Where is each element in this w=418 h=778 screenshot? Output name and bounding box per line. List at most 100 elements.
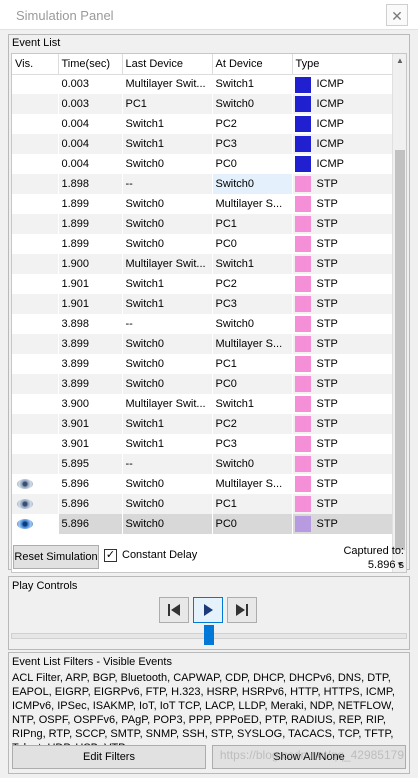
- cell-vis: [12, 454, 59, 474]
- table-row[interactable]: 1.900 Multilayer Swit... Switch1 STP: [12, 254, 395, 274]
- table-row[interactable]: 3.901 Switch1 PC3 STP: [12, 434, 395, 454]
- table-row[interactable]: 0.004 Switch1 PC2 ICMP: [12, 114, 395, 134]
- table-row[interactable]: 5.895 -- Switch0 STP: [12, 454, 395, 474]
- type-label: ICMP: [316, 78, 345, 91]
- type-color-swatch: [294, 436, 311, 452]
- forward-button[interactable]: [227, 597, 257, 623]
- table-row[interactable]: 3.898 -- Switch0 STP: [12, 314, 395, 334]
- type-color-swatch: [294, 296, 311, 312]
- constant-delay-label: Constant Delay: [122, 549, 198, 561]
- cell-at-device: PC0: [212, 514, 293, 534]
- table-row[interactable]: 5.896 Switch0 Multilayer S... STP: [12, 474, 395, 494]
- play-button[interactable]: [193, 597, 223, 623]
- col-last-device-header[interactable]: Last Device: [122, 54, 213, 75]
- cell-at-device: Switch1: [212, 254, 293, 274]
- cell-time: 3.899: [58, 354, 123, 374]
- cell-time: 5.896: [58, 474, 123, 494]
- table-row[interactable]: 1.898 -- Switch0 STP: [12, 174, 395, 194]
- type-color-swatch: [294, 156, 311, 172]
- table-row[interactable]: 5.896 Switch0 PC0 STP: [12, 514, 395, 534]
- type-color-swatch: [294, 196, 311, 212]
- table-row[interactable]: 1.901 Switch1 PC2 STP: [12, 274, 395, 294]
- captured-label: Captured to:: [343, 545, 404, 557]
- cell-type: STP: [292, 294, 395, 314]
- type-label: STP: [316, 318, 338, 330]
- cell-at-device: PC3: [212, 434, 293, 454]
- table-row[interactable]: 3.899 Switch0 Multilayer S... STP: [12, 334, 395, 354]
- show-all-none-button[interactable]: Show All/None: [212, 745, 406, 769]
- cell-at-device: PC1: [212, 494, 293, 514]
- scrollbar-thumb[interactable]: [395, 150, 405, 550]
- event-table: Vis. Time(sec) Last Device At Device Typ…: [12, 54, 395, 534]
- cell-type: STP: [292, 354, 395, 374]
- table-row[interactable]: 0.004 Switch0 PC0 ICMP: [12, 154, 395, 174]
- type-color-swatch: [294, 416, 311, 432]
- table-row[interactable]: 0.004 Switch1 PC3 ICMP: [12, 134, 395, 154]
- cell-last-device: PC1: [122, 94, 213, 114]
- table-row[interactable]: 1.899 Switch0 PC1 STP: [12, 214, 395, 234]
- table-row[interactable]: 5.896 Switch0 PC1 STP: [12, 494, 395, 514]
- table-row[interactable]: 1.901 Switch1 PC3 STP: [12, 294, 395, 314]
- cell-type: ICMP: [292, 74, 395, 94]
- col-type-header[interactable]: Type: [292, 54, 395, 75]
- col-vis-header[interactable]: Vis.: [12, 54, 59, 75]
- scroll-up-icon[interactable]: ▲: [393, 54, 406, 68]
- cell-last-device: --: [122, 314, 213, 334]
- cell-vis: [12, 474, 59, 494]
- table-row[interactable]: 3.899 Switch0 PC0 STP: [12, 374, 395, 394]
- type-label: ICMP: [316, 98, 345, 110]
- cell-type: STP: [292, 314, 395, 334]
- col-at-device-header[interactable]: At Device: [212, 54, 293, 75]
- cell-time: 1.901: [58, 294, 123, 314]
- cell-last-device: Switch0: [122, 334, 213, 354]
- table-header-row: Vis. Time(sec) Last Device At Device Typ…: [12, 54, 395, 75]
- captured-value: 5.896 s: [367, 559, 404, 571]
- type-label: STP: [316, 338, 338, 350]
- type-color-swatch: [294, 476, 311, 492]
- type-color-swatch: [294, 496, 311, 512]
- table-row[interactable]: 3.901 Switch1 PC2 STP: [12, 414, 395, 434]
- close-icon[interactable]: ✕: [386, 4, 408, 26]
- vertical-scrollbar[interactable]: ▲ ▼: [392, 54, 406, 572]
- cell-time: 5.895: [58, 454, 123, 474]
- playback-slider-thumb[interactable]: [204, 625, 214, 645]
- cell-at-device: Switch0: [212, 94, 293, 114]
- cell-type: STP: [292, 334, 395, 354]
- table-row[interactable]: 0.003 Multilayer Swit... Switch1 ICMP: [12, 74, 395, 94]
- constant-delay-checkbox[interactable]: ✓: [104, 549, 117, 562]
- table-row[interactable]: 0.003 PC1 Switch0 ICMP: [12, 94, 395, 114]
- cell-last-device: Switch1: [122, 434, 213, 454]
- cell-time: 0.004: [58, 154, 123, 174]
- window-title: Simulation Panel: [16, 8, 114, 23]
- cell-vis: [12, 234, 59, 254]
- table-row[interactable]: 1.899 Switch0 Multilayer S... STP: [12, 194, 395, 214]
- cell-at-device: Switch1: [212, 74, 293, 94]
- cell-time: 1.898: [58, 174, 123, 194]
- cell-last-device: Switch0: [122, 234, 213, 254]
- event-list-table[interactable]: Vis. Time(sec) Last Device At Device Typ…: [11, 53, 407, 573]
- type-color-swatch: [294, 116, 311, 132]
- cell-last-device: Switch1: [122, 294, 213, 314]
- cell-last-device: Switch0: [122, 194, 213, 214]
- back-button[interactable]: [159, 597, 189, 623]
- type-color-swatch: [294, 256, 311, 272]
- type-label: STP: [316, 298, 338, 310]
- type-label: STP: [316, 478, 338, 490]
- cell-last-device: Switch0: [122, 354, 213, 374]
- cell-type: STP: [292, 234, 395, 254]
- edit-filters-button[interactable]: Edit Filters: [12, 745, 206, 769]
- eye-icon: [17, 499, 33, 510]
- table-row[interactable]: 3.900 Multilayer Swit... Switch1 STP: [12, 394, 395, 414]
- type-label: STP: [316, 178, 338, 190]
- reset-simulation-button[interactable]: Reset Simulation: [13, 545, 99, 569]
- cell-vis: [12, 494, 59, 514]
- table-row[interactable]: 3.899 Switch0 PC1 STP: [12, 354, 395, 374]
- cell-time: 0.003: [58, 74, 123, 94]
- col-time-header[interactable]: Time(sec): [58, 54, 123, 75]
- table-row[interactable]: 1.899 Switch0 PC0 STP: [12, 234, 395, 254]
- cell-time: 0.004: [58, 134, 123, 154]
- cell-type: STP: [292, 374, 395, 394]
- cell-time: 5.896: [58, 514, 123, 534]
- cell-last-device: --: [122, 454, 213, 474]
- visible-events-list: ACL Filter, ARP, BGP, Bluetooth, CAPWAP,…: [12, 672, 395, 754]
